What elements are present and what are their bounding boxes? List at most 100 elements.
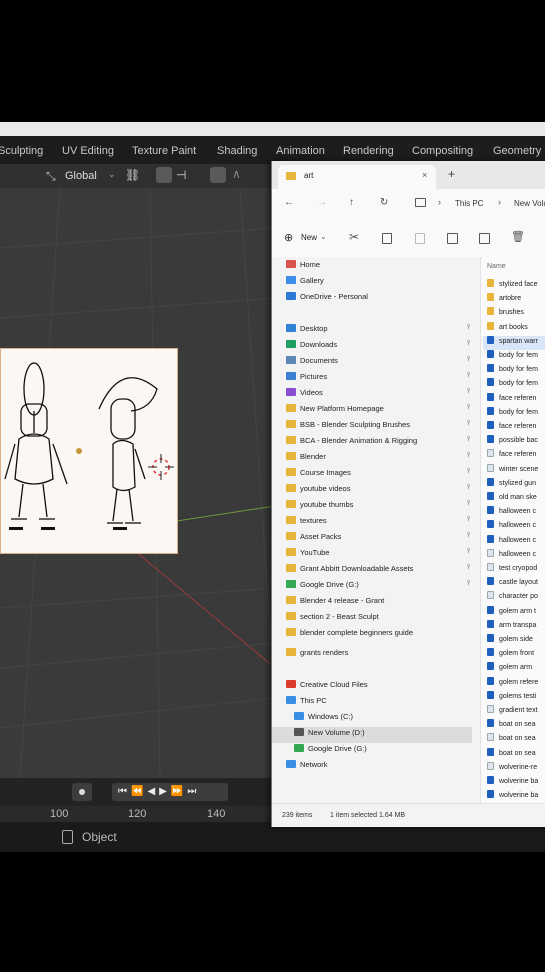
file-row[interactable]: body for fem [487, 350, 545, 364]
nav-item[interactable]: Creative Cloud Files [286, 680, 368, 694]
nav-item[interactable]: Network [286, 760, 328, 774]
reference-image-plane[interactable] [0, 348, 178, 554]
tab-rendering[interactable]: Rendering [343, 145, 394, 157]
file-row[interactable]: golem arm t [487, 605, 545, 620]
pin-icon[interactable]: ⫯ [467, 580, 470, 588]
share-icon[interactable] [479, 233, 490, 244]
snap-toggle-icon[interactable] [156, 167, 172, 183]
nav-item[interactable]: youtube videos [286, 484, 350, 498]
close-icon[interactable]: × [422, 170, 427, 180]
tab-uv-editing[interactable]: UV Editing [62, 145, 114, 157]
chevron-down-icon[interactable]: ⌄ [108, 169, 116, 180]
file-row[interactable]: character po [487, 591, 545, 605]
new-tab-icon[interactable]: + [448, 167, 455, 181]
nav-item[interactable]: Blender 4 release - Grant [286, 596, 384, 610]
nav-item[interactable]: grants renders [286, 648, 348, 662]
nav-item[interactable]: BCA - Blender Animation & Rigging [286, 436, 417, 450]
file-row[interactable]: golem side [487, 634, 545, 648]
nav-item[interactable]: blender complete beginners guide [286, 628, 413, 642]
nav-item[interactable]: BSB - Blender Sculpting Brushes [286, 420, 410, 434]
file-row[interactable]: halloween c [487, 534, 545, 549]
tab-art[interactable]: art × [278, 165, 436, 189]
breadcrumb-this-pc[interactable]: This PC [455, 199, 483, 208]
pin-icon[interactable]: ⫯ [467, 516, 470, 524]
nav-item[interactable]: Desktop [286, 324, 328, 338]
refresh-icon[interactable]: ↻ [380, 197, 388, 208]
file-row[interactable]: golem refere [487, 676, 545, 691]
pin-icon[interactable]: ⫯ [467, 372, 470, 380]
pin-icon[interactable]: ⫯ [467, 500, 470, 508]
breadcrumb-new-volume[interactable]: New Volu [514, 199, 545, 208]
pin-icon[interactable]: ⫯ [467, 484, 470, 492]
jump-end-icon[interactable]: ⏭ [187, 786, 200, 797]
pin-icon[interactable]: ⫯ [467, 388, 470, 396]
plus-circle-icon[interactable]: ⊕ [284, 231, 293, 244]
nav-item[interactable]: Downloads [286, 340, 337, 354]
nav-item[interactable]: section 2 - Beast Sculpt [286, 612, 379, 626]
paste-icon[interactable] [415, 233, 425, 244]
file-row[interactable]: boat on sea [487, 719, 545, 733]
transform-orientation-icon[interactable]: ⤡ [46, 169, 56, 184]
nav-item[interactable]: textures [286, 516, 327, 530]
up-arrow-icon[interactable]: ↑ [349, 197, 354, 208]
proportional-edit-icon[interactable] [210, 167, 226, 183]
play-reverse-icon[interactable]: ◀ [147, 786, 159, 797]
tab-shading[interactable]: Shading [217, 145, 257, 157]
file-row[interactable]: arm transpa [487, 619, 545, 634]
tab-geometry[interactable]: Geometry [493, 145, 541, 157]
rename-icon[interactable] [447, 233, 458, 244]
file-row[interactable]: wolverine ba [487, 776, 545, 790]
file-row[interactable]: stylized gun [487, 477, 545, 492]
nav-item[interactable]: Blender [286, 452, 326, 466]
pin-icon[interactable]: ⫯ [467, 468, 470, 476]
3d-viewport[interactable] [0, 188, 275, 778]
file-row[interactable]: art books [487, 321, 545, 336]
play-icon[interactable]: ▶ [159, 786, 171, 797]
next-keyframe-icon[interactable]: ⏩ [171, 786, 187, 797]
falloff-icon[interactable]: ∧ [232, 167, 241, 181]
tab-animation[interactable]: Animation [276, 145, 325, 157]
nav-item[interactable]: YouTube [286, 548, 329, 562]
transform-orientation-dropdown[interactable]: Global [65, 170, 97, 182]
file-row[interactable]: possible bac [487, 435, 545, 449]
nav-item[interactable]: Google Drive (G:) [286, 580, 359, 594]
nav-item[interactable]: Grant Abbitt Downloadable Assets [286, 564, 413, 578]
file-row[interactable]: wolverine-re [487, 761, 545, 776]
file-row[interactable]: test cryopod [487, 563, 545, 577]
3d-cursor-icon[interactable] [148, 454, 174, 480]
file-row[interactable]: face referen [487, 449, 545, 463]
file-row[interactable]: boat on sea [487, 733, 545, 747]
nav-item[interactable]: New Volume (D:) [294, 728, 365, 742]
file-row[interactable]: golems testi [487, 690, 545, 705]
nav-item[interactable]: Course Images [286, 468, 351, 482]
nav-item[interactable]: Asset Packs [286, 532, 341, 546]
snap-target-icon[interactable]: ⊣ [176, 168, 186, 182]
nav-item[interactable]: Videos [286, 388, 323, 402]
pin-icon[interactable]: ⫯ [467, 324, 470, 332]
file-row[interactable]: artobre [487, 293, 545, 307]
tab-compositing[interactable]: Compositing [412, 145, 473, 157]
forward-arrow-icon[interactable]: → [317, 197, 327, 208]
pin-icon[interactable]: ⫯ [467, 404, 470, 412]
pin-icon[interactable]: ⫯ [467, 420, 470, 428]
nav-item[interactable]: youtube thumbs [286, 500, 353, 514]
back-arrow-icon[interactable]: ← [284, 197, 294, 208]
file-row[interactable]: halloween c [487, 520, 545, 534]
record-button[interactable] [72, 783, 92, 801]
pin-icon[interactable]: ⫯ [467, 340, 470, 348]
nav-item[interactable]: Home [286, 260, 320, 274]
tab-sculpting[interactable]: Sculpting [0, 145, 43, 157]
nav-item[interactable]: Documents [286, 356, 338, 370]
chevron-down-icon[interactable]: ⌄ [320, 232, 327, 241]
playback-controls[interactable]: ⏮⏪◀▶⏩⏭ [112, 783, 228, 801]
nav-item[interactable]: Pictures [286, 372, 327, 386]
file-row[interactable]: body for fem [487, 364, 545, 378]
file-row[interactable]: winter scene [487, 463, 545, 478]
file-row[interactable]: golem arm [487, 662, 545, 676]
nav-item[interactable]: OneDrive - Personal [286, 292, 368, 306]
file-row[interactable]: old man ske [487, 492, 545, 506]
file-row[interactable]: boat on sea [487, 747, 545, 762]
cut-icon[interactable]: ✂ [349, 230, 359, 244]
file-row[interactable]: stylized face [487, 279, 545, 293]
file-row[interactable]: castle layout [487, 577, 545, 591]
